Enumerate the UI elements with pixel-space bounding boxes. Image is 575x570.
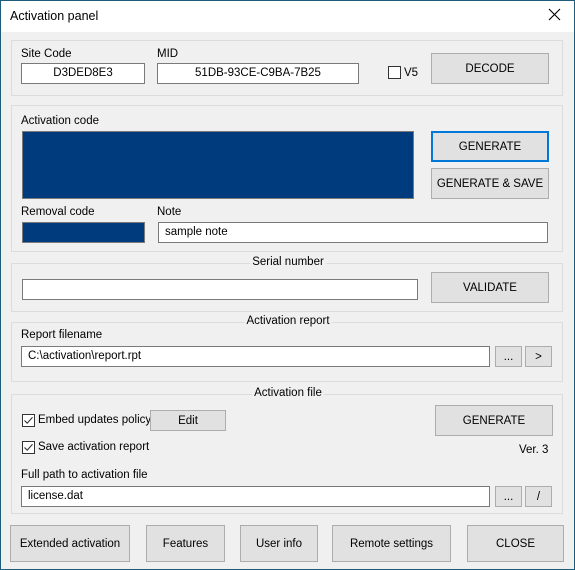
save-report-checkbox[interactable] xyxy=(22,441,35,454)
report-filename-field[interactable]: C:\activation\report.rpt xyxy=(21,346,490,367)
edit-button[interactable]: Edit xyxy=(150,410,226,431)
remote-settings-button[interactable]: Remote settings xyxy=(332,525,451,562)
window-title: Activation panel xyxy=(10,9,99,23)
activation-code-field[interactable] xyxy=(22,131,414,199)
generate-button[interactable]: GENERATE xyxy=(431,131,549,162)
serial-number-field[interactable] xyxy=(22,279,418,300)
mid-field[interactable]: 51DB-93CE-C9BA-7B25 xyxy=(157,63,359,84)
validate-button[interactable]: VALIDATE xyxy=(431,272,549,303)
version-text: Ver. 3 xyxy=(519,444,549,456)
close-x-icon[interactable] xyxy=(546,6,564,24)
site-code-field[interactable]: D3DED8E3 xyxy=(21,63,145,84)
activation-panel-window: Activation panel Site Code D3DED8E3 MID … xyxy=(0,0,575,570)
full-path-field[interactable]: license.dat xyxy=(21,486,490,507)
save-report-label: Save activation report xyxy=(38,441,150,453)
file-slash-button[interactable]: / xyxy=(525,486,552,507)
activation-file-legend: Activation file xyxy=(252,387,324,399)
file-browse-button[interactable]: ... xyxy=(495,486,522,507)
generate-save-button[interactable]: GENERATE & SAVE xyxy=(431,168,549,199)
note-label: Note xyxy=(157,206,182,218)
title-bar: Activation panel xyxy=(1,1,574,32)
features-button[interactable]: Features xyxy=(146,525,225,562)
report-browse-button[interactable]: ... xyxy=(495,346,522,367)
activation-report-legend: Activation report xyxy=(244,315,332,327)
activation-code-label: Activation code xyxy=(21,115,99,127)
site-code-label: Site Code xyxy=(21,48,72,60)
report-open-button[interactable]: > xyxy=(525,346,552,367)
note-field[interactable]: sample note xyxy=(158,222,548,243)
v5-checkbox[interactable] xyxy=(388,66,401,79)
close-button[interactable]: CLOSE xyxy=(467,525,564,562)
embed-updates-label: Embed updates policy xyxy=(38,414,152,426)
mid-label: MID xyxy=(157,48,179,60)
user-info-button[interactable]: User info xyxy=(240,525,318,562)
removal-code-field[interactable] xyxy=(22,222,145,243)
file-generate-button[interactable]: GENERATE xyxy=(435,405,553,436)
report-filename-label: Report filename xyxy=(21,329,103,341)
full-path-label: Full path to activation file xyxy=(21,469,148,481)
serial-number-legend: Serial number xyxy=(250,256,326,268)
v5-label: V5 xyxy=(404,67,419,79)
decode-button[interactable]: DECODE xyxy=(431,53,549,84)
extended-activation-button[interactable]: Extended activation xyxy=(10,525,130,562)
embed-updates-checkbox[interactable] xyxy=(22,414,35,427)
removal-code-label: Removal code xyxy=(21,206,95,218)
